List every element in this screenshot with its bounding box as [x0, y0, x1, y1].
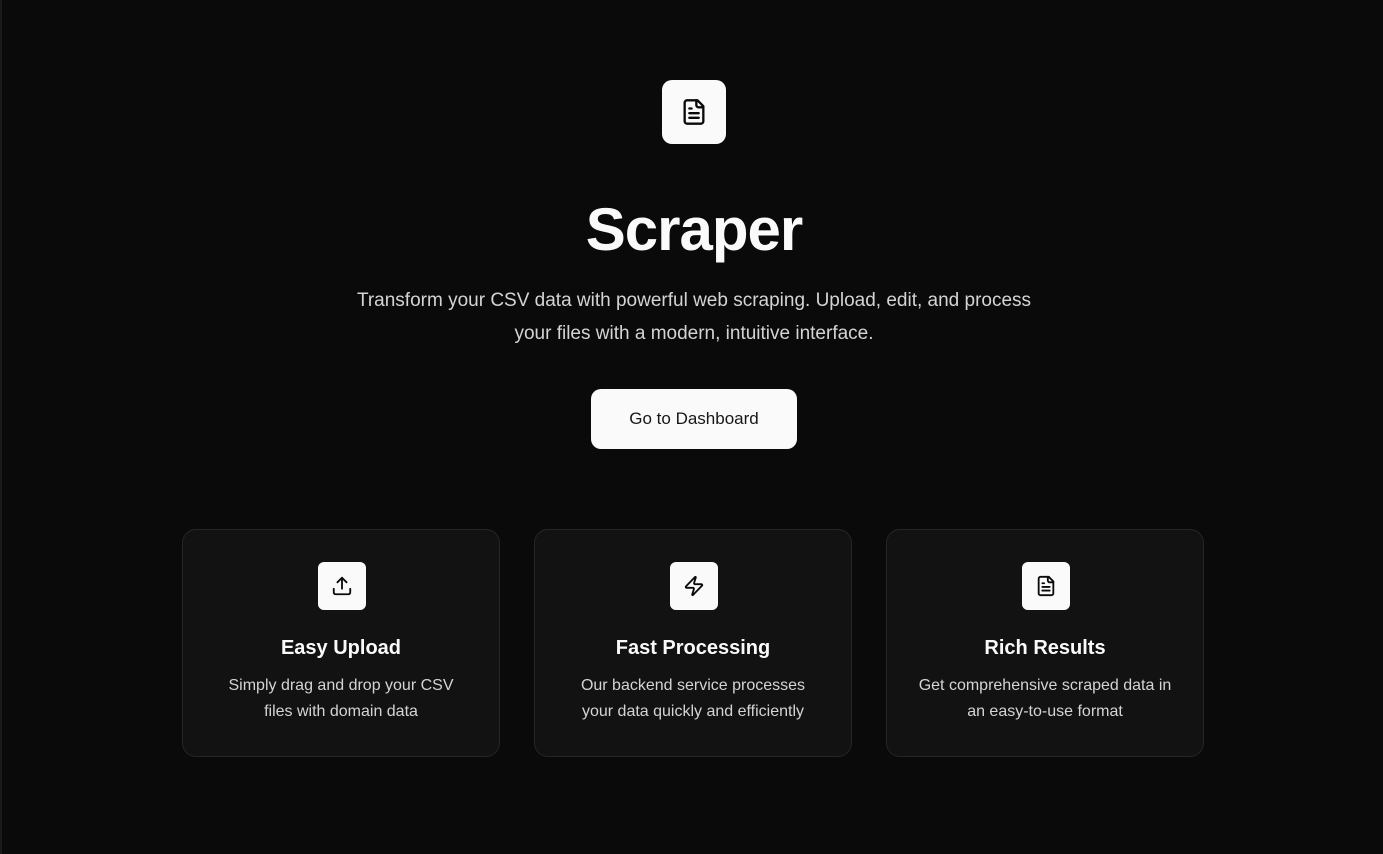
- feature-description: Get comprehensive scraped data in an eas…: [918, 677, 1172, 720]
- page-title: Scraper: [585, 196, 803, 263]
- feature-card-fast-processing: Fast Processing Our backend service proc…: [534, 529, 852, 757]
- feature-icon-box: [670, 562, 718, 610]
- zap-icon: [684, 575, 704, 597]
- file-text-icon: [683, 99, 705, 125]
- upload-icon: [332, 576, 352, 596]
- feature-icon-box: [1022, 562, 1070, 610]
- feature-card-easy-upload: Easy Upload Simply drag and drop your CS…: [182, 529, 500, 757]
- feature-description: Simply drag and drop your CSV files with…: [228, 677, 454, 720]
- landing-page: Scraper Transform your CSV data with pow…: [0, 0, 1383, 854]
- feature-card-rich-results: Rich Results Get comprehensive scraped d…: [886, 529, 1204, 757]
- window-edge: [0, 0, 2, 854]
- file-text-icon: [1037, 575, 1055, 597]
- feature-title: Fast Processing: [615, 637, 771, 659]
- feature-description: Our backend service processes your data …: [580, 677, 806, 720]
- feature-icon-box: [318, 562, 366, 610]
- go-to-dashboard-button[interactable]: Go to Dashboard: [591, 389, 797, 449]
- hero-logo: [662, 80, 726, 144]
- feature-title: Rich Results: [984, 637, 1106, 659]
- hero-subtitle: Transform your CSV data with powerful we…: [356, 290, 1032, 344]
- feature-title: Easy Upload: [280, 637, 402, 659]
